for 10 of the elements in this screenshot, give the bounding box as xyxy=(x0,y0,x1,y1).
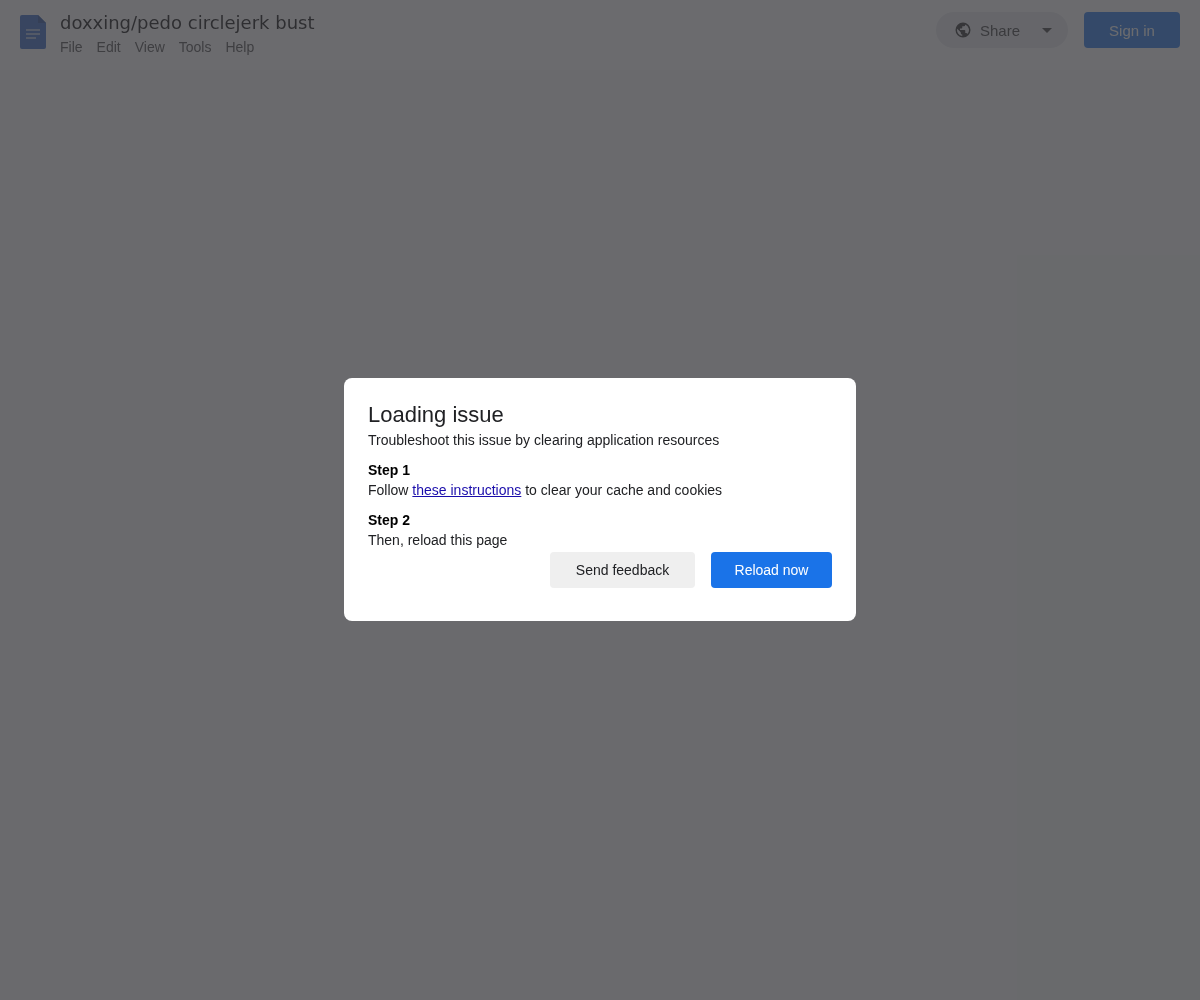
document-title[interactable]: doxxing/pedo circlejerk bust xyxy=(60,12,315,34)
dialog-title: Loading issue xyxy=(368,402,505,428)
step-text: Follow these instructions to clear your cache and cookies xyxy=(368,482,724,498)
step-text: Then, reload this page xyxy=(368,532,509,548)
feedback-button[interactable]: Send feedback xyxy=(550,552,695,588)
instructions-link[interactable]: these instructions xyxy=(412,482,522,498)
step-heading: Step 1 xyxy=(368,462,411,478)
dialog-subtitle: Troubleshoot this issue by clearing application resources xyxy=(368,432,721,448)
step-heading: Step 2 xyxy=(368,512,411,528)
reload-button[interactable]: Reload now xyxy=(711,552,832,588)
